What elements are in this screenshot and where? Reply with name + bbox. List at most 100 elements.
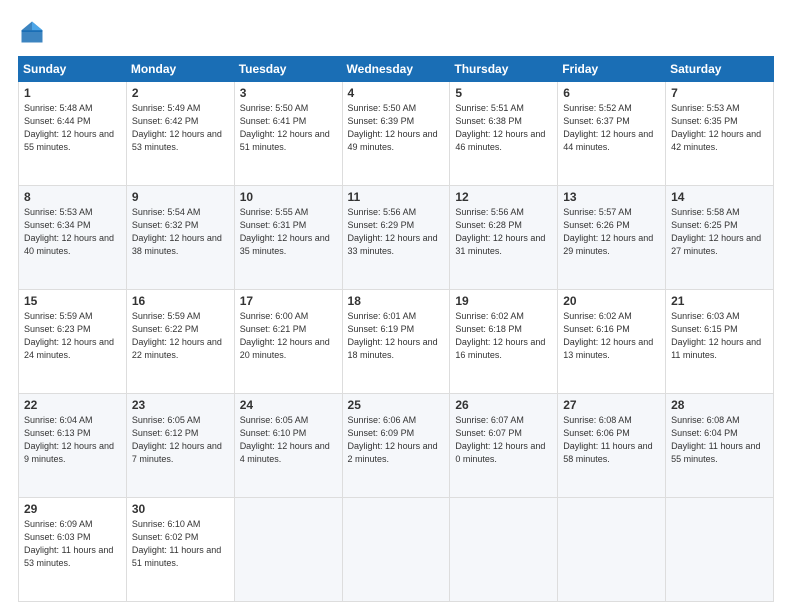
day-info: Sunrise: 6:02 AMSunset: 6:16 PMDaylight:…: [563, 310, 660, 362]
calendar-cell: 11 Sunrise: 5:56 AMSunset: 6:29 PMDaylig…: [342, 186, 450, 290]
day-number: 2: [132, 86, 229, 100]
day-info: Sunrise: 6:01 AMSunset: 6:19 PMDaylight:…: [348, 310, 445, 362]
day-info: Sunrise: 5:50 AMSunset: 6:41 PMDaylight:…: [240, 102, 337, 154]
day-number: 7: [671, 86, 768, 100]
day-number: 20: [563, 294, 660, 308]
calendar-cell: [234, 498, 342, 602]
day-number: 17: [240, 294, 337, 308]
calendar-cell: 5 Sunrise: 5:51 AMSunset: 6:38 PMDayligh…: [450, 82, 558, 186]
logo-icon: [18, 18, 46, 46]
day-number: 23: [132, 398, 229, 412]
day-info: Sunrise: 5:49 AMSunset: 6:42 PMDaylight:…: [132, 102, 229, 154]
day-number: 18: [348, 294, 445, 308]
day-number: 21: [671, 294, 768, 308]
calendar-cell: 12 Sunrise: 5:56 AMSunset: 6:28 PMDaylig…: [450, 186, 558, 290]
day-info: Sunrise: 5:56 AMSunset: 6:29 PMDaylight:…: [348, 206, 445, 258]
day-number: 30: [132, 502, 229, 516]
calendar-cell: 15 Sunrise: 5:59 AMSunset: 6:23 PMDaylig…: [19, 290, 127, 394]
day-number: 6: [563, 86, 660, 100]
calendar-cell: 4 Sunrise: 5:50 AMSunset: 6:39 PMDayligh…: [342, 82, 450, 186]
day-info: Sunrise: 5:59 AMSunset: 6:22 PMDaylight:…: [132, 310, 229, 362]
calendar-cell: 25 Sunrise: 6:06 AMSunset: 6:09 PMDaylig…: [342, 394, 450, 498]
calendar-cell: 30 Sunrise: 6:10 AMSunset: 6:02 PMDaylig…: [126, 498, 234, 602]
day-info: Sunrise: 5:54 AMSunset: 6:32 PMDaylight:…: [132, 206, 229, 258]
logo: [18, 18, 50, 46]
day-info: Sunrise: 5:59 AMSunset: 6:23 PMDaylight:…: [24, 310, 121, 362]
day-info: Sunrise: 5:51 AMSunset: 6:38 PMDaylight:…: [455, 102, 552, 154]
day-number: 29: [24, 502, 121, 516]
day-number: 16: [132, 294, 229, 308]
day-number: 1: [24, 86, 121, 100]
calendar-cell: [450, 498, 558, 602]
calendar-cell: 13 Sunrise: 5:57 AMSunset: 6:26 PMDaylig…: [558, 186, 666, 290]
calendar-cell: 16 Sunrise: 5:59 AMSunset: 6:22 PMDaylig…: [126, 290, 234, 394]
calendar-cell: 9 Sunrise: 5:54 AMSunset: 6:32 PMDayligh…: [126, 186, 234, 290]
day-info: Sunrise: 5:56 AMSunset: 6:28 PMDaylight:…: [455, 206, 552, 258]
calendar-cell: 28 Sunrise: 6:08 AMSunset: 6:04 PMDaylig…: [666, 394, 774, 498]
calendar-cell: 2 Sunrise: 5:49 AMSunset: 6:42 PMDayligh…: [126, 82, 234, 186]
calendar-cell: 23 Sunrise: 6:05 AMSunset: 6:12 PMDaylig…: [126, 394, 234, 498]
day-number: 27: [563, 398, 660, 412]
calendar-cell: [342, 498, 450, 602]
day-number: 14: [671, 190, 768, 204]
calendar-cell: 20 Sunrise: 6:02 AMSunset: 6:16 PMDaylig…: [558, 290, 666, 394]
day-info: Sunrise: 6:02 AMSunset: 6:18 PMDaylight:…: [455, 310, 552, 362]
calendar-cell: 1 Sunrise: 5:48 AMSunset: 6:44 PMDayligh…: [19, 82, 127, 186]
day-info: Sunrise: 5:50 AMSunset: 6:39 PMDaylight:…: [348, 102, 445, 154]
calendar-col-saturday: Saturday: [666, 57, 774, 82]
calendar-cell: 17 Sunrise: 6:00 AMSunset: 6:21 PMDaylig…: [234, 290, 342, 394]
calendar-col-sunday: Sunday: [19, 57, 127, 82]
day-number: 12: [455, 190, 552, 204]
day-info: Sunrise: 6:08 AMSunset: 6:06 PMDaylight:…: [563, 414, 660, 466]
day-info: Sunrise: 6:04 AMSunset: 6:13 PMDaylight:…: [24, 414, 121, 466]
day-number: 26: [455, 398, 552, 412]
calendar-cell: 22 Sunrise: 6:04 AMSunset: 6:13 PMDaylig…: [19, 394, 127, 498]
calendar-cell: 26 Sunrise: 6:07 AMSunset: 6:07 PMDaylig…: [450, 394, 558, 498]
day-info: Sunrise: 5:58 AMSunset: 6:25 PMDaylight:…: [671, 206, 768, 258]
calendar-week-4: 22 Sunrise: 6:04 AMSunset: 6:13 PMDaylig…: [19, 394, 774, 498]
day-info: Sunrise: 6:07 AMSunset: 6:07 PMDaylight:…: [455, 414, 552, 466]
day-number: 15: [24, 294, 121, 308]
calendar-col-tuesday: Tuesday: [234, 57, 342, 82]
day-number: 28: [671, 398, 768, 412]
calendar-week-3: 15 Sunrise: 5:59 AMSunset: 6:23 PMDaylig…: [19, 290, 774, 394]
day-info: Sunrise: 6:08 AMSunset: 6:04 PMDaylight:…: [671, 414, 768, 466]
calendar-cell: 3 Sunrise: 5:50 AMSunset: 6:41 PMDayligh…: [234, 82, 342, 186]
day-number: 11: [348, 190, 445, 204]
day-number: 19: [455, 294, 552, 308]
day-info: Sunrise: 6:09 AMSunset: 6:03 PMDaylight:…: [24, 518, 121, 570]
day-info: Sunrise: 5:53 AMSunset: 6:35 PMDaylight:…: [671, 102, 768, 154]
day-info: Sunrise: 6:05 AMSunset: 6:10 PMDaylight:…: [240, 414, 337, 466]
calendar-cell: 7 Sunrise: 5:53 AMSunset: 6:35 PMDayligh…: [666, 82, 774, 186]
day-number: 22: [24, 398, 121, 412]
day-number: 13: [563, 190, 660, 204]
calendar-cell: 18 Sunrise: 6:01 AMSunset: 6:19 PMDaylig…: [342, 290, 450, 394]
day-info: Sunrise: 5:52 AMSunset: 6:37 PMDaylight:…: [563, 102, 660, 154]
calendar-cell: 6 Sunrise: 5:52 AMSunset: 6:37 PMDayligh…: [558, 82, 666, 186]
day-info: Sunrise: 5:57 AMSunset: 6:26 PMDaylight:…: [563, 206, 660, 258]
calendar-week-5: 29 Sunrise: 6:09 AMSunset: 6:03 PMDaylig…: [19, 498, 774, 602]
day-info: Sunrise: 5:55 AMSunset: 6:31 PMDaylight:…: [240, 206, 337, 258]
calendar-body: 1 Sunrise: 5:48 AMSunset: 6:44 PMDayligh…: [19, 82, 774, 602]
calendar-cell: [666, 498, 774, 602]
calendar-col-thursday: Thursday: [450, 57, 558, 82]
day-number: 24: [240, 398, 337, 412]
calendar-cell: 8 Sunrise: 5:53 AMSunset: 6:34 PMDayligh…: [19, 186, 127, 290]
header: [18, 18, 774, 46]
day-number: 9: [132, 190, 229, 204]
day-number: 25: [348, 398, 445, 412]
calendar-cell: [558, 498, 666, 602]
page: SundayMondayTuesdayWednesdayThursdayFrid…: [0, 0, 792, 612]
day-number: 10: [240, 190, 337, 204]
calendar-col-monday: Monday: [126, 57, 234, 82]
calendar-cell: 10 Sunrise: 5:55 AMSunset: 6:31 PMDaylig…: [234, 186, 342, 290]
calendar-cell: 14 Sunrise: 5:58 AMSunset: 6:25 PMDaylig…: [666, 186, 774, 290]
day-number: 8: [24, 190, 121, 204]
calendar-cell: 21 Sunrise: 6:03 AMSunset: 6:15 PMDaylig…: [666, 290, 774, 394]
calendar-col-friday: Friday: [558, 57, 666, 82]
calendar-week-1: 1 Sunrise: 5:48 AMSunset: 6:44 PMDayligh…: [19, 82, 774, 186]
calendar-col-wednesday: Wednesday: [342, 57, 450, 82]
calendar-header-row: SundayMondayTuesdayWednesdayThursdayFrid…: [19, 57, 774, 82]
calendar-cell: 24 Sunrise: 6:05 AMSunset: 6:10 PMDaylig…: [234, 394, 342, 498]
day-number: 4: [348, 86, 445, 100]
